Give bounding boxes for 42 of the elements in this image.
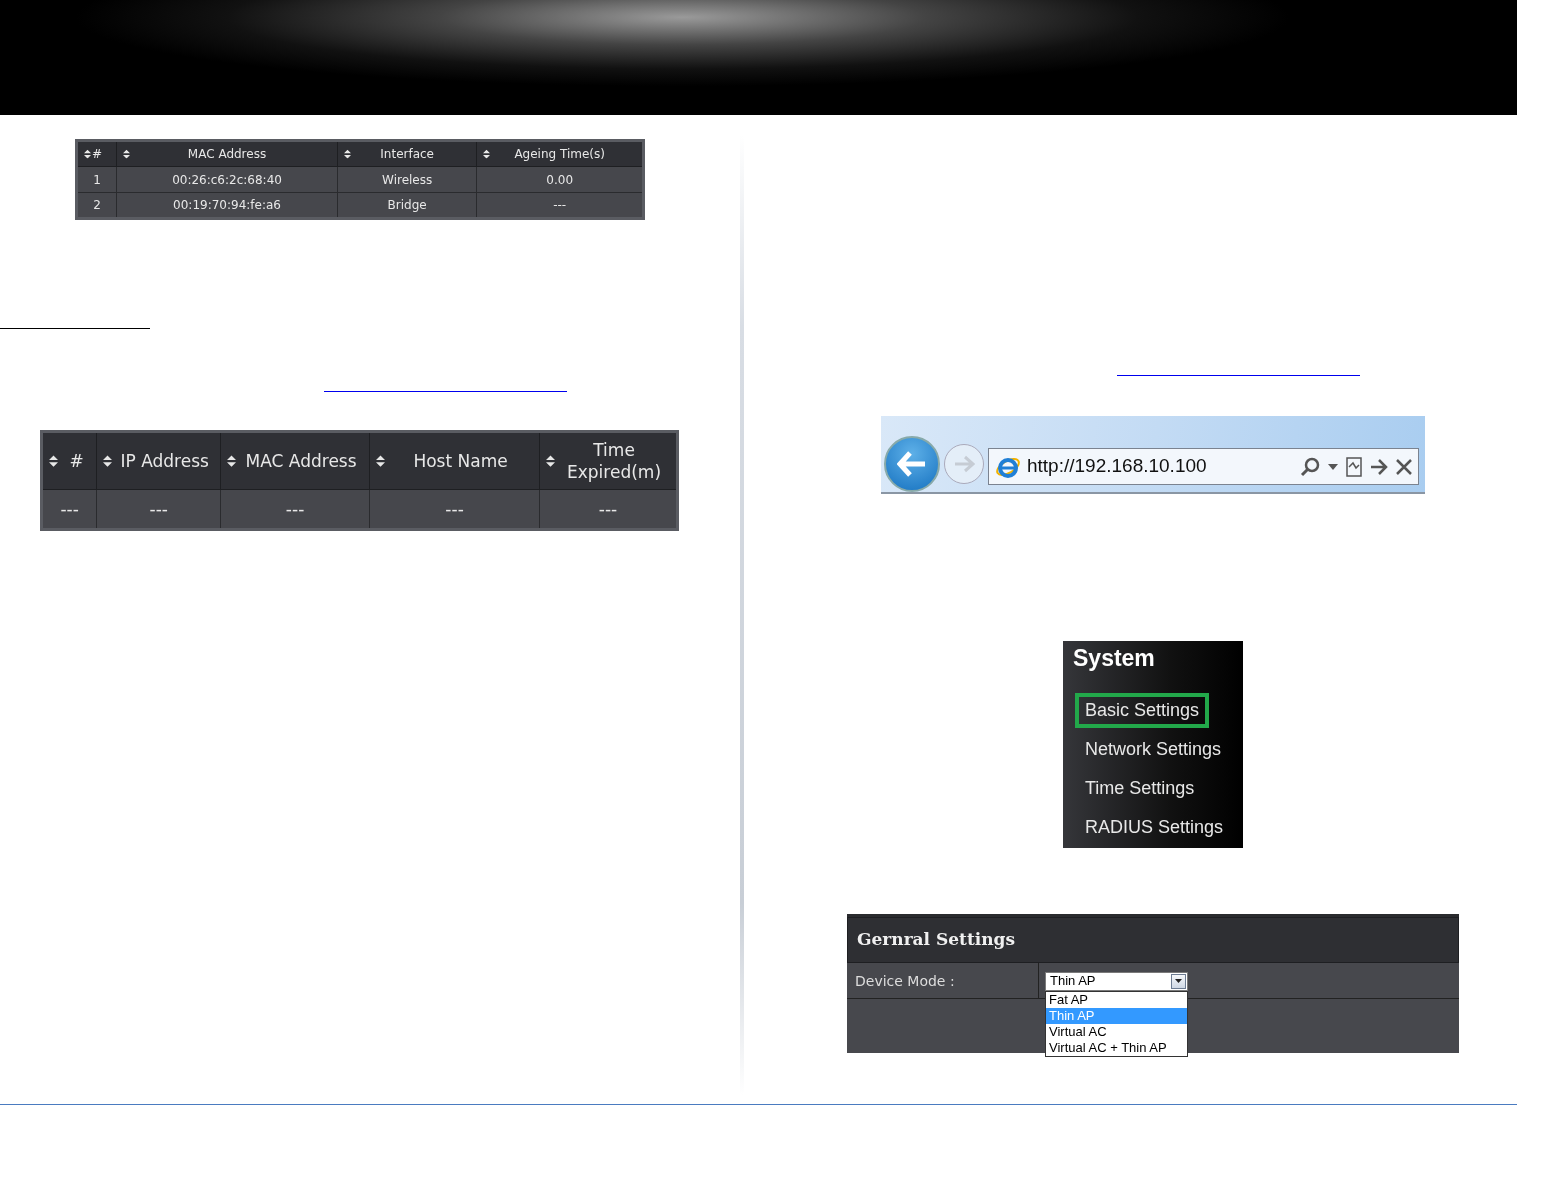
caret-icon[interactable] [1328,463,1338,470]
dropdown-option[interactable]: Virtual AC [1046,1023,1187,1040]
table-cell: 1 [76,166,117,193]
table-cell: 00:26:c6:2c:68:40 [116,166,338,193]
menu-item[interactable]: Time Settings [1075,770,1205,806]
arrow-icon[interactable] [1370,458,1388,475]
page-icon[interactable] [1346,456,1362,477]
sort-icon [546,455,556,467]
column-header[interactable]: MAC Address [116,140,338,167]
menu-title: System [1073,645,1156,672]
sort-icon [49,455,58,467]
sort-icon [123,149,131,159]
column-header[interactable]: Interface [337,140,477,167]
sort-icon [84,149,91,159]
column-header[interactable]: IP Address [96,431,221,490]
column-header[interactable]: MAC Address [220,431,370,490]
dropdown-option[interactable]: Virtual AC + Thin AP [1046,1039,1187,1056]
device-mode-dropdown[interactable]: Thin AP [1045,971,1188,991]
back-button[interactable] [884,436,940,492]
search-icon[interactable] [1300,456,1320,477]
close-icon[interactable] [1396,458,1412,475]
column-header[interactable]: # [76,140,117,167]
sort-icon [227,455,237,467]
sort-icon [103,455,113,467]
url-text: http://192.168.10.100 [1027,454,1208,479]
sort-icon [483,149,491,159]
column-header[interactable]: Ageing Time(s) [476,140,644,167]
arrow-icon [953,455,975,473]
field-label: Device Mode : [847,962,1039,998]
arrow-icon [897,451,927,477]
menu-item[interactable]: Network Settings [1075,732,1232,767]
column-header[interactable]: Host Name [369,431,540,490]
menu-item[interactable]: Basic Settings [1075,693,1210,729]
sort-icon [343,149,351,159]
address-bar[interactable]: http://192.168.10.100 [988,448,1419,485]
panel-title: Gernral Settings [847,917,1459,963]
column-header[interactable]: # [41,431,97,490]
dropdown-option[interactable]: Fat AP [1046,991,1187,1008]
table-cell: Wireless [337,166,477,193]
column-header[interactable]: Time Expired(m) [539,431,678,490]
sort-icon [376,455,386,467]
menu-item[interactable]: RADIUS Settings [1075,809,1234,845]
